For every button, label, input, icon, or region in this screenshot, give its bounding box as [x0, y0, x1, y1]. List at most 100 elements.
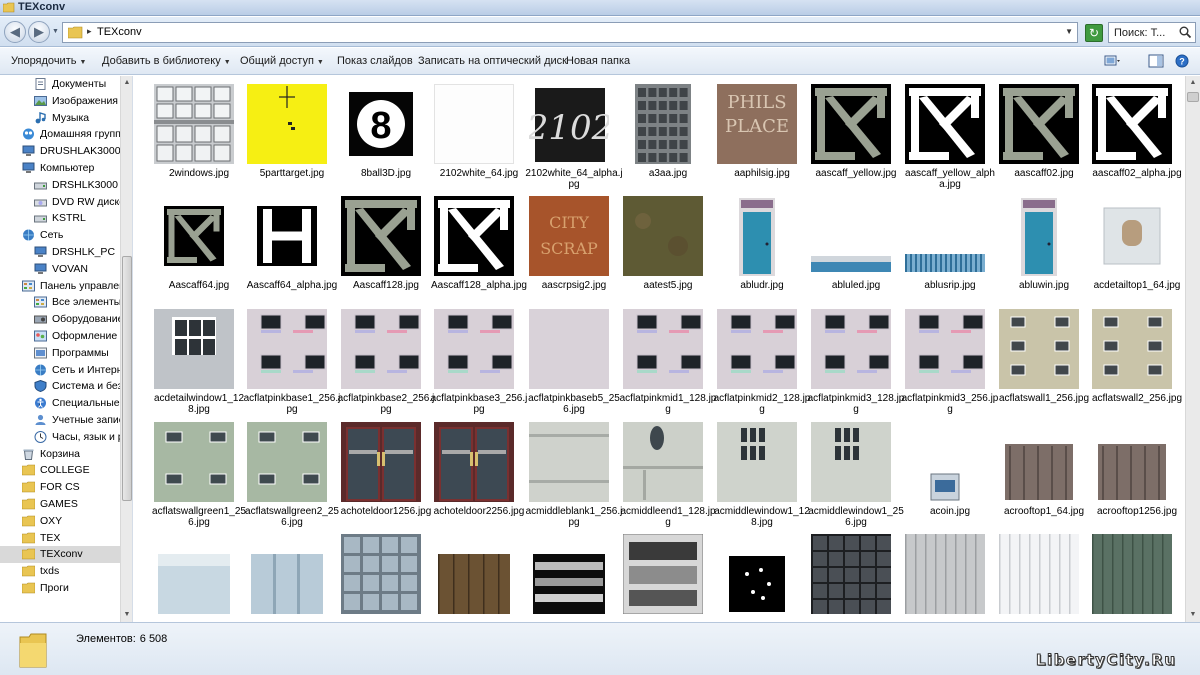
file-item[interactable] — [154, 534, 244, 622]
file-item[interactable]: acflatpinkmid2_128.jpg — [714, 309, 810, 419]
refresh-button[interactable]: ↻ — [1085, 24, 1103, 42]
sidebar-item[interactable]: Музыка — [0, 110, 120, 127]
search-icon[interactable] — [1178, 25, 1192, 39]
sidebar-item[interactable]: Сеть и Интернет — [0, 362, 120, 379]
sidebar-item[interactable]: txds — [0, 563, 120, 580]
file-item[interactable] — [529, 534, 619, 622]
file-item[interactable]: a3aa.jpg — [623, 84, 713, 194]
file-item[interactable] — [247, 534, 337, 622]
file-thumbnail[interactable] — [999, 534, 1079, 614]
sidebar-item[interactable]: OXY — [0, 513, 120, 530]
sidebar-item[interactable]: Корзина — [0, 446, 120, 463]
file-item[interactable]: Aascaff64.jpg — [154, 196, 244, 306]
sidebar-item[interactable]: DRSHLK3000 — [0, 177, 120, 194]
sidebar-item[interactable]: Оборудование и звук — [0, 311, 120, 328]
file-thumbnail[interactable] — [811, 84, 891, 164]
file-thumbnail[interactable] — [434, 196, 514, 276]
file-item[interactable]: acdetailtop1_64.jpg — [1092, 196, 1182, 306]
file-item[interactable]: acflatswall1_256.jpg — [999, 309, 1089, 419]
sidebar-item[interactable]: Все элементы панели — [0, 294, 120, 311]
file-thumbnail[interactable] — [247, 84, 327, 164]
file-thumbnail[interactable] — [1092, 534, 1172, 614]
scroll-up-icon[interactable]: ▲ — [121, 76, 132, 90]
recent-pages-dropdown[interactable]: ▼ — [52, 28, 59, 35]
file-thumbnail[interactable] — [247, 422, 327, 502]
file-item[interactable]: acflatpinkmid3_128.jpg — [808, 309, 904, 419]
file-thumbnail[interactable] — [811, 196, 891, 276]
file-thumbnail[interactable] — [341, 534, 421, 614]
file-thumbnail[interactable] — [154, 196, 234, 276]
file-item[interactable] — [434, 534, 524, 622]
file-item[interactable]: 5parttarget.jpg — [247, 84, 337, 194]
chevron-down-icon[interactable]: ▼ — [1065, 27, 1073, 36]
sidebar-item[interactable]: Панель управления — [0, 278, 120, 295]
file-thumbnail[interactable] — [529, 309, 609, 389]
file-item[interactable]: abluwin.jpg — [999, 196, 1089, 306]
breadcrumb[interactable]: TEXconv — [97, 26, 142, 38]
file-thumbnail[interactable] — [247, 309, 327, 389]
sidebar-item[interactable]: Учетные записи — [0, 412, 120, 429]
sidebar-item[interactable]: Специальные возможности — [0, 395, 120, 412]
file-item[interactable]: abluled.jpg — [811, 196, 901, 306]
burn-disc-button[interactable]: Записать на оптический диск — [418, 55, 567, 67]
file-thumbnail[interactable] — [341, 309, 421, 389]
file-thumbnail[interactable] — [154, 534, 234, 614]
add-to-library-menu[interactable]: Добавить в библиотеку ▼ — [102, 55, 231, 67]
file-thumbnail[interactable] — [717, 534, 797, 614]
file-item[interactable]: acflatpinkbaseb5_256.jpg — [528, 309, 620, 419]
sidebar-item[interactable]: KSTRL — [0, 210, 120, 227]
file-thumbnail[interactable] — [717, 196, 797, 276]
file-item[interactable]: aascaff_yellow_alpha.jpg — [905, 84, 995, 194]
file-item[interactable]: Aascaff64_alpha.jpg — [247, 196, 337, 306]
file-item[interactable] — [999, 534, 1089, 622]
file-thumbnail[interactable] — [341, 422, 421, 502]
scroll-up-icon[interactable]: ▲ — [1186, 76, 1200, 90]
file-item[interactable]: aascaff02.jpg — [999, 84, 1089, 194]
share-menu[interactable]: Общий доступ ▼ — [240, 55, 324, 67]
file-item[interactable]: acflatpinkmid1_128.jpg — [620, 309, 716, 419]
file-item[interactable] — [905, 534, 995, 622]
file-item[interactable]: acflatswall2_256.jpg — [1092, 309, 1182, 419]
sidebar-item[interactable]: Оформление и персонализация — [0, 328, 120, 345]
file-thumbnail[interactable] — [811, 534, 891, 614]
organize-menu[interactable]: Упорядочить ▼ — [11, 55, 86, 67]
file-thumbnail[interactable] — [999, 309, 1079, 389]
back-button[interactable]: ◀ — [4, 21, 26, 43]
file-item[interactable]: achoteldoor2256.jpg — [434, 422, 524, 532]
navigation-scrollbar[interactable]: ▲ ▼ — [120, 76, 132, 622]
file-thumbnail[interactable] — [905, 422, 985, 502]
file-thumbnail[interactable] — [247, 196, 327, 276]
file-item[interactable]: aascaff02_alpha.jpg — [1092, 84, 1182, 194]
file-item[interactable]: acoin.jpg — [905, 422, 995, 532]
file-item[interactable]: 2windows.jpg — [154, 84, 244, 194]
sidebar-item[interactable]: TEXconv — [0, 546, 120, 564]
file-thumbnail[interactable] — [623, 84, 703, 164]
file-thumbnail[interactable] — [154, 309, 234, 389]
sidebar-item[interactable]: Изображения — [0, 93, 120, 110]
sidebar-item[interactable]: Программы — [0, 345, 120, 362]
file-item[interactable] — [623, 534, 713, 622]
preview-pane-icon[interactable] — [1148, 54, 1164, 68]
content-scrollbar[interactable]: ▲ ▼ — [1185, 76, 1200, 622]
file-item[interactable]: acflatpinkbase1_256.jpg — [244, 309, 340, 419]
file-item[interactable] — [717, 534, 807, 622]
file-thumbnail[interactable] — [434, 534, 514, 614]
sidebar-item[interactable]: DRSHLK_PC — [0, 244, 120, 261]
sidebar-item[interactable]: FOR CS — [0, 479, 120, 496]
file-thumbnail[interactable] — [623, 196, 703, 276]
file-item[interactable]: acmiddlewindow1_128.jpg — [714, 422, 810, 532]
file-thumbnail[interactable] — [154, 422, 234, 502]
file-item[interactable]: CITY SCRAP aascrpsig2.jpg — [529, 196, 619, 306]
file-thumbnail[interactable] — [811, 422, 891, 502]
file-item[interactable]: PHILS PLACE aaphilsig.jpg — [717, 84, 807, 194]
file-item[interactable]: Aascaff128.jpg — [341, 196, 431, 306]
file-item[interactable]: ablusrip.jpg — [905, 196, 995, 306]
file-thumbnail[interactable]: CITY SCRAP — [529, 196, 609, 276]
file-item[interactable] — [1092, 534, 1182, 622]
file-thumbnail[interactable] — [1092, 309, 1172, 389]
file-thumbnail[interactable] — [623, 309, 703, 389]
file-thumbnail[interactable] — [999, 84, 1079, 164]
search-input[interactable]: Поиск: T... — [1108, 22, 1196, 43]
file-item[interactable]: acflatpinkmid3_256.jpg — [902, 309, 998, 419]
file-item[interactable]: acflatpinkbase3_256.jpg — [431, 309, 527, 419]
